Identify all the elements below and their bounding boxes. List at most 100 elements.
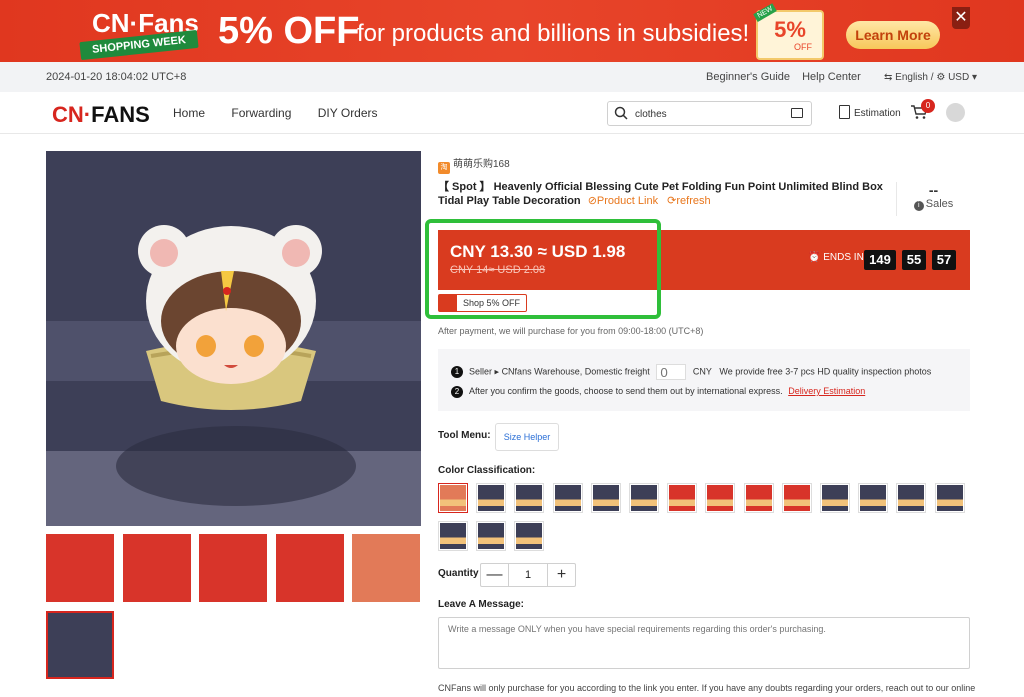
swatch-image — [669, 485, 696, 511]
countdown-minutes: 55 — [902, 250, 926, 270]
info-icon[interactable]: i — [913, 201, 924, 211]
color-swatch[interactable] — [438, 483, 468, 513]
shop-name-label: 萌萌乐购168 — [453, 159, 510, 170]
quantity-value[interactable]: 1 — [509, 564, 547, 586]
site-logo[interactable]: CN·FANS — [52, 102, 150, 128]
estimation-label: Estimation — [854, 108, 901, 119]
product-link[interactable]: ⊘Product Link — [588, 195, 658, 207]
promo-banner[interactable]: CN·Fans SHOPPING WEEK 5% OFF for product… — [0, 0, 1024, 62]
close-icon[interactable]: ✕ — [952, 7, 970, 29]
countdown-hours: 149 — [864, 250, 896, 270]
color-swatch[interactable] — [705, 483, 736, 513]
estimation-link[interactable]: Estimation — [839, 105, 901, 119]
color-swatch[interactable] — [590, 483, 621, 513]
swatch-image — [707, 485, 734, 511]
currency-label: USD — [948, 72, 970, 83]
swatch-image — [478, 523, 505, 549]
color-swatch[interactable] — [629, 483, 659, 513]
color-swatch[interactable] — [858, 483, 889, 513]
quantity-label: Quantity — [438, 568, 479, 579]
product-link-label: Product Link — [596, 195, 659, 207]
product-main-image[interactable] — [46, 151, 421, 526]
refresh-link[interactable]: ⟳refresh — [667, 195, 710, 207]
language-currency-selector[interactable]: ⇆ English / ⚙ USD ▾ — [884, 72, 977, 83]
main-nav: CN·FANS Home Forwarding DIY Orders Estim… — [0, 92, 1024, 134]
banner-ticket: NEW 5% OFF — [753, 3, 824, 60]
delivery-estimation-link[interactable]: Delivery Estimation — [788, 386, 865, 396]
swatch-image — [898, 485, 925, 511]
sales-box: -- i Sales — [896, 182, 970, 216]
thumbnail[interactable] — [276, 534, 344, 602]
search-input[interactable] — [635, 105, 785, 123]
color-swatch[interactable] — [476, 521, 507, 551]
step-number: 1 — [451, 366, 463, 379]
beginners-guide-link[interactable]: Beginner's Guide — [706, 71, 790, 83]
tool-menu-label: Tool Menu: — [438, 430, 491, 441]
top-info-bar: 2024-01-20 18:04:02 UTC+8 Beginner's Gui… — [0, 62, 1024, 92]
search-box[interactable] — [607, 101, 812, 126]
quantity-minus-button[interactable]: — — [481, 564, 509, 586]
currency-cny: CNY — [692, 366, 712, 377]
thumbnail[interactable] — [46, 534, 114, 602]
datetime-text: 2024-01-20 18:04:02 UTC+8 — [46, 71, 187, 83]
thumbnail[interactable] — [352, 534, 420, 602]
step-one: 1 Seller ▸ CNfans Warehouse, Domestic fre… — [451, 364, 931, 380]
highlight-box — [425, 219, 661, 319]
shop-name[interactable]: 淘萌萌乐购168 — [438, 155, 510, 174]
color-swatch[interactable] — [896, 483, 927, 513]
color-swatch[interactable] — [552, 483, 583, 513]
shop-icon: 淘 — [438, 162, 450, 174]
message-textarea[interactable] — [438, 617, 970, 669]
seller-label: Seller — [469, 366, 493, 377]
after-payment-note: After payment, we will purchase for you … — [438, 326, 704, 336]
image-search-icon[interactable] — [791, 108, 803, 118]
search-icon[interactable] — [614, 106, 628, 120]
nav-diy-orders[interactable]: DIY Orders — [318, 106, 378, 120]
quantity-plus-button[interactable]: + — [547, 564, 575, 586]
translate-icon: ⇆ — [884, 72, 893, 83]
color-swatch[interactable] — [438, 521, 468, 551]
thumbnail[interactable] — [199, 534, 267, 602]
sales-label-row: i Sales — [897, 198, 970, 211]
step-two: 2 After you confirm the goods, choose to … — [451, 386, 865, 398]
size-helper-button[interactable]: Size Helper — [495, 423, 559, 451]
learn-more-button[interactable]: Learn More — [846, 21, 940, 49]
purchase-footnote: CNFans will only purchase for you accord… — [438, 683, 976, 693]
swatch-image — [516, 485, 543, 511]
color-swatch[interactable] — [820, 483, 850, 513]
color-swatch[interactable] — [667, 483, 698, 513]
color-swatch[interactable] — [743, 483, 774, 513]
product-figurine-image — [46, 151, 421, 526]
nav-links: Home Forwarding DIY Orders — [173, 106, 401, 120]
calculator-icon — [839, 105, 850, 119]
swatch-image — [554, 485, 581, 511]
color-swatch[interactable] — [514, 521, 545, 551]
color-swatch[interactable] — [476, 483, 507, 513]
swatch-image — [478, 485, 505, 511]
ticket-pct: 5% — [774, 17, 806, 42]
avatar[interactable] — [946, 103, 965, 122]
thumbnail-selected[interactable] — [46, 611, 114, 679]
thumbnail[interactable] — [123, 534, 191, 602]
after-confirm-text: After you confirm the goods, choose to s… — [469, 386, 783, 396]
help-center-link[interactable]: Help Center — [802, 71, 861, 83]
banner-logo: CN·Fans SHOPPING WEEK — [79, 8, 200, 61]
chevron-down-icon: ▾ — [971, 72, 977, 83]
swatch-image — [440, 485, 466, 511]
banner-discount: 5% OFF — [218, 10, 360, 52]
leave-message-label: Leave A Message: — [438, 599, 524, 610]
language-label: English / — [895, 72, 937, 83]
nav-forwarding[interactable]: Forwarding — [231, 106, 291, 120]
color-swatch[interactable] — [934, 483, 965, 513]
swatch-image — [822, 485, 848, 511]
quantity-stepper[interactable]: — 1 + — [480, 563, 576, 587]
countdown-seconds: 57 — [932, 250, 956, 270]
purchase-steps: 1 Seller ▸ CNfans Warehouse, Domestic fre… — [438, 349, 970, 411]
nav-home[interactable]: Home — [173, 106, 205, 120]
color-swatch[interactable] — [514, 483, 545, 513]
product-title-text: 【 Spot 】 Heavenly Official Blessing Cute… — [438, 181, 883, 207]
color-swatch[interactable] — [781, 483, 812, 513]
caret-right-icon: ▸ — [494, 366, 502, 377]
swatch-image — [745, 485, 772, 511]
domestic-freight-field[interactable] — [656, 364, 687, 380]
